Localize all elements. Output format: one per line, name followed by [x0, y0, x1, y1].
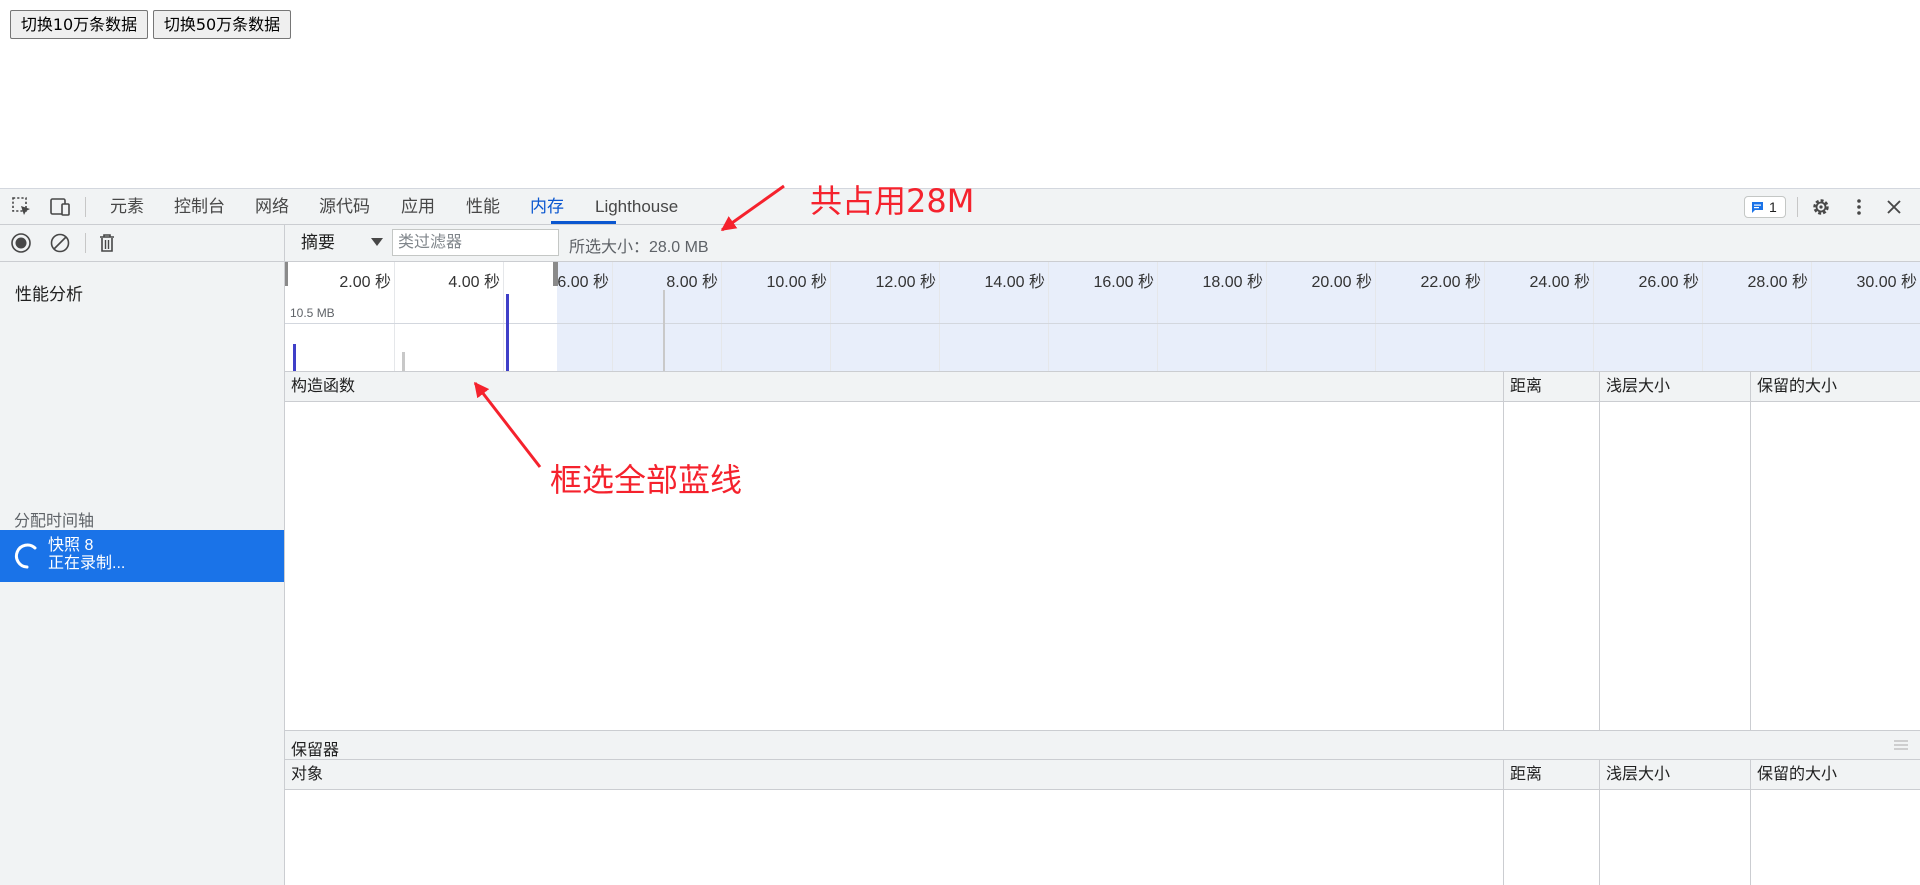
arrow-to-selected-size	[722, 186, 784, 230]
annotation-select-blue-lines: 框选全部蓝线	[550, 455, 742, 501]
arrow-to-timeline-bars	[475, 383, 540, 467]
annotation-arrows	[0, 0, 1920, 884]
annotation-total-usage: 共占用28M	[810, 176, 974, 222]
